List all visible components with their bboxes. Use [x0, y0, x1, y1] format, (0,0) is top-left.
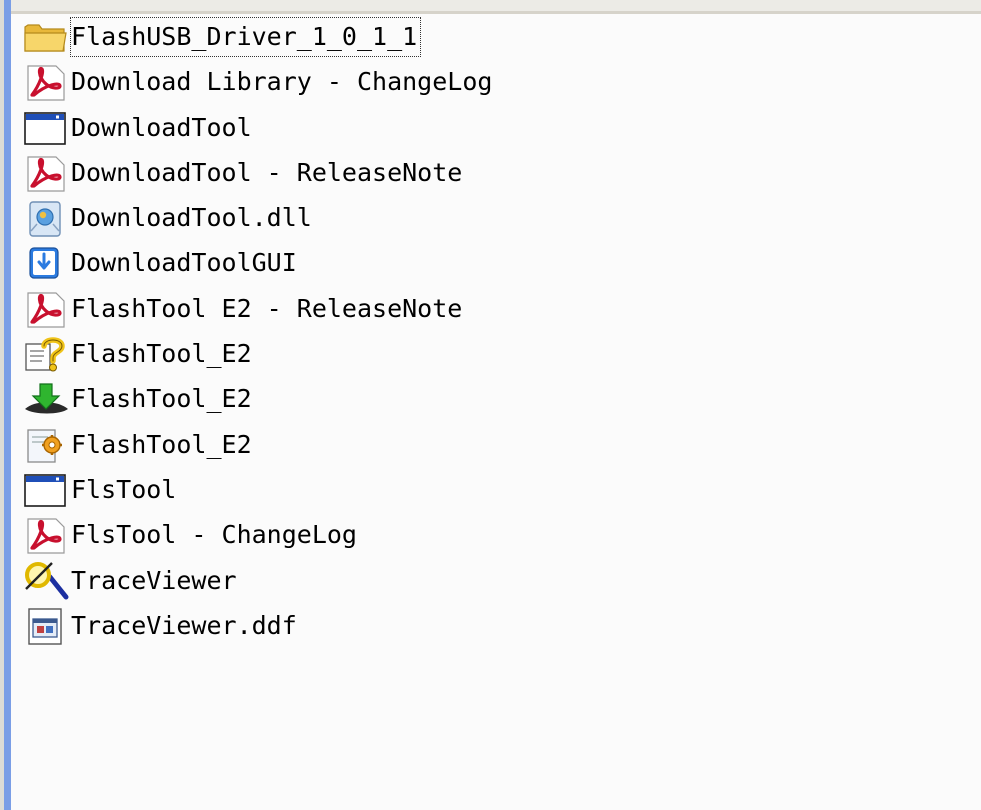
- config-settings-icon: [22, 425, 70, 465]
- file-item-label: FlsTool: [71, 474, 177, 504]
- file-item-flstool-changelog[interactable]: FlsTool - ChangeLog: [22, 515, 496, 560]
- file-item-flashusb-driver-folder[interactable]: FlashUSB_Driver_1_0_1_1: [22, 17, 496, 62]
- file-item-label: DownloadToolGUI: [71, 248, 297, 278]
- pdf-icon: [22, 515, 70, 555]
- file-item-downloadtool-releasenote[interactable]: DownloadTool - ReleaseNote: [22, 153, 496, 198]
- file-item-downloadtool[interactable]: DownloadTool: [22, 108, 496, 153]
- pdf-icon: [22, 153, 70, 193]
- file-item-flashtool-e2-download[interactable]: FlashTool_E2: [22, 379, 496, 424]
- file-item-label: FlashTool_E2: [71, 384, 252, 414]
- file-item-label: DownloadTool: [71, 112, 252, 142]
- file-item-flashtool-e2-config[interactable]: FlashTool_E2: [22, 425, 496, 470]
- file-item-flashtool-e2-releasenote[interactable]: FlashTool E2 - ReleaseNote: [22, 289, 496, 334]
- help-file-icon: [22, 334, 70, 374]
- folder-icon: [22, 17, 70, 57]
- file-item-label: FlashTool_E2: [71, 339, 252, 369]
- dll-file-icon: [22, 198, 70, 238]
- file-item-label: DownloadTool - ReleaseNote: [71, 157, 463, 187]
- data-file-icon: [22, 606, 70, 646]
- file-item-traceviewer-ddf[interactable]: TraceViewer.ddf: [22, 606, 496, 651]
- pane-top-border: [0, 0, 981, 14]
- magnifier-app-icon: [22, 561, 70, 601]
- file-item-label: Download Library - ChangeLog: [71, 67, 493, 97]
- application-window-icon: [22, 470, 70, 510]
- pane-left-border: [0, 0, 11, 810]
- application-window-icon: [22, 108, 70, 148]
- green-arrow-download-icon: [22, 379, 70, 419]
- file-item-flstool[interactable]: FlsTool: [22, 470, 496, 515]
- file-list: FlashUSB_Driver_1_0_1_1 Download Library…: [22, 17, 496, 651]
- file-item-flashtool-e2-help[interactable]: FlashTool_E2: [22, 334, 496, 379]
- download-app-icon: [22, 243, 70, 283]
- explorer-file-pane: FlashUSB_Driver_1_0_1_1 Download Library…: [0, 0, 981, 810]
- file-item-label: FlsTool - ChangeLog: [71, 520, 357, 550]
- file-item-downloadtool-dll[interactable]: DownloadTool.dll: [22, 198, 496, 243]
- file-item-label: FlashTool E2 - ReleaseNote: [71, 293, 463, 323]
- file-item-label: TraceViewer.ddf: [71, 610, 297, 640]
- file-item-label: DownloadTool.dll: [71, 203, 312, 233]
- pdf-icon: [22, 289, 70, 329]
- file-item-traceviewer[interactable]: TraceViewer: [22, 561, 496, 606]
- pdf-icon: [22, 62, 70, 102]
- file-item-label: FlashUSB_Driver_1_0_1_1: [70, 17, 422, 57]
- file-item-label: FlashTool_E2: [71, 429, 252, 459]
- file-item-download-library-changelog[interactable]: Download Library - ChangeLog: [22, 62, 496, 107]
- file-item-downloadtoolgui[interactable]: DownloadToolGUI: [22, 243, 496, 288]
- file-item-label: TraceViewer: [71, 565, 237, 595]
